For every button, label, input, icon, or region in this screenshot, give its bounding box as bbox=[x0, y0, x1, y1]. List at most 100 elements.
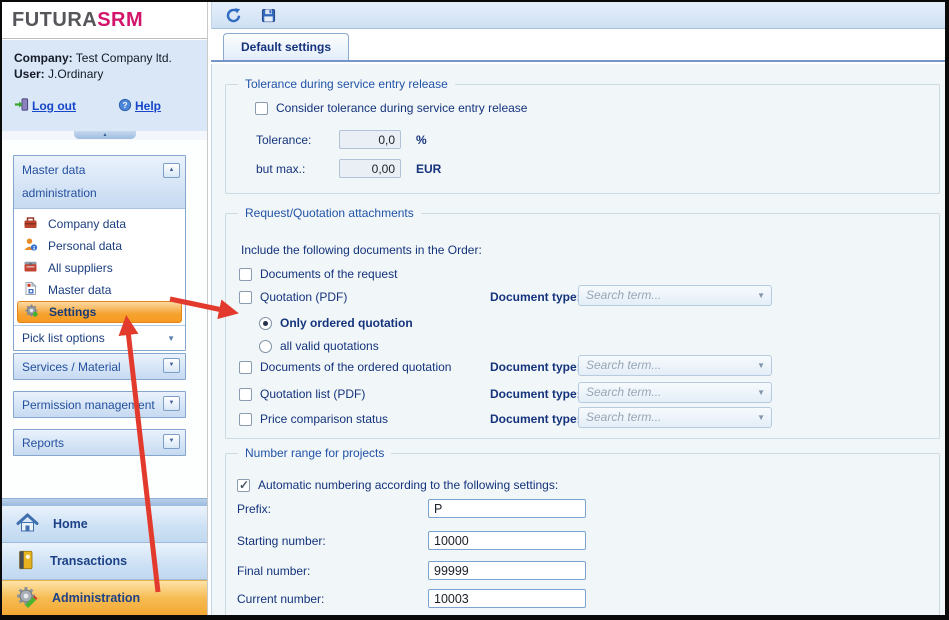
sidebar-item-personal-data[interactable]: Personal data bbox=[14, 235, 185, 257]
collapse-up-button[interactable]: ▲ bbox=[163, 163, 180, 178]
collapse-down-button[interactable]: ▼ bbox=[163, 358, 180, 373]
automatic-numbering-checkbox[interactable] bbox=[237, 479, 250, 492]
sidebar-item-label: Settings bbox=[49, 305, 96, 319]
section-tolerance: Tolerance during service entry release C… bbox=[225, 84, 940, 194]
home-icon bbox=[15, 511, 40, 538]
svg-text:?: ? bbox=[122, 100, 127, 110]
nav-transactions[interactable]: Transactions bbox=[2, 543, 207, 580]
section-attachments-legend: Request/Quotation attachments bbox=[238, 206, 421, 220]
starting-number-label: Starting number: bbox=[237, 534, 326, 548]
quotation-list-document-type-dropdown[interactable]: Search term... ▼ bbox=[578, 382, 772, 403]
toolbar bbox=[211, 2, 945, 29]
intro-colon: : bbox=[478, 243, 481, 257]
all-valid-quotations-radio[interactable] bbox=[259, 340, 272, 353]
current-number-label: Current number: bbox=[237, 592, 324, 606]
starting-number-input[interactable] bbox=[428, 531, 586, 550]
tolerance-label: Tolerance: bbox=[256, 133, 311, 147]
quotation-list-pdf-checkbox[interactable] bbox=[239, 388, 252, 401]
toolbox-icon bbox=[23, 215, 38, 233]
price-comparison-document-type-dropdown[interactable]: Search term... ▼ bbox=[578, 407, 772, 428]
chevron-down-icon: ▼ bbox=[167, 334, 175, 343]
user-line: User: J.Ordinary bbox=[14, 66, 207, 82]
nav-home[interactable]: Home bbox=[2, 506, 207, 543]
sidebar-item-master-data[interactable]: Master data bbox=[14, 279, 185, 301]
but-max-label: but max.: bbox=[256, 162, 305, 176]
panel-master-data-administration: Master data administration ▲ Company dat… bbox=[13, 155, 186, 351]
nav-administration-label: Administration bbox=[52, 591, 140, 605]
sidebar-item-settings[interactable]: Settings bbox=[17, 301, 182, 323]
dropdown-placeholder: Search term... bbox=[586, 288, 661, 302]
final-number-input[interactable] bbox=[428, 561, 586, 580]
price-comparison-status-label: Price comparison status bbox=[260, 412, 388, 426]
save-button[interactable] bbox=[259, 6, 277, 24]
tolerance-input[interactable] bbox=[339, 130, 401, 149]
tab-default-settings[interactable]: Default settings bbox=[223, 33, 349, 60]
section-tolerance-legend: Tolerance during service entry release bbox=[238, 77, 455, 91]
consider-tolerance-label: Consider tolerance during service entry … bbox=[276, 101, 527, 115]
documents-of-ordered-quotation-checkbox[interactable] bbox=[239, 361, 252, 374]
person-icon bbox=[23, 237, 38, 255]
documents-of-request-checkbox[interactable] bbox=[239, 268, 252, 281]
all-valid-quotations-label: all valid quotations bbox=[280, 339, 379, 353]
document-type-label: Document type: bbox=[490, 360, 581, 374]
bottom-nav-divider bbox=[2, 498, 207, 506]
quotation-pdf-checkbox[interactable] bbox=[239, 291, 252, 304]
panel-master-title-line1: Master data bbox=[22, 163, 177, 177]
refresh-button[interactable] bbox=[224, 6, 242, 24]
panel-title: Reports bbox=[22, 436, 64, 450]
document-icon bbox=[23, 281, 38, 299]
pick-list-options[interactable]: Pick list options ▼ bbox=[14, 325, 185, 350]
consider-tolerance-checkbox[interactable] bbox=[255, 102, 268, 115]
logout-link[interactable]: Log out bbox=[14, 97, 76, 115]
help-link[interactable]: ? Help bbox=[118, 98, 161, 115]
section-number-range: Number range for projects Automatic numb… bbox=[225, 453, 940, 615]
dropdown-placeholder: Search term... bbox=[586, 410, 661, 424]
logout-icon bbox=[14, 97, 29, 115]
pick-list-options-label: Pick list options bbox=[22, 331, 105, 345]
quotation-pdf-label: Quotation (PDF) bbox=[260, 290, 347, 304]
but-max-input[interactable] bbox=[339, 159, 401, 178]
app-window: FUTURA SRM Company: Test Company ltd. Us… bbox=[0, 0, 949, 620]
prefix-input[interactable] bbox=[428, 499, 586, 518]
quotation-list-pdf-label: Quotation list (PDF) bbox=[260, 387, 365, 401]
price-comparison-status-checkbox[interactable] bbox=[239, 413, 252, 426]
logo-text-accent: SRM bbox=[97, 9, 143, 32]
logout-label: Log out bbox=[32, 99, 76, 113]
but-max-unit: EUR bbox=[416, 162, 441, 176]
intro-order-bold: Order bbox=[448, 243, 479, 257]
help-icon: ? bbox=[118, 98, 132, 115]
sidebar-item-label: All suppliers bbox=[48, 261, 113, 275]
company-line: Company: Test Company ltd. bbox=[14, 50, 207, 66]
panel-reports[interactable]: Reports ▼ bbox=[13, 429, 186, 456]
collapse-down-button[interactable]: ▼ bbox=[163, 396, 180, 411]
panel-master-header[interactable]: Master data administration ▲ bbox=[14, 156, 185, 209]
user-label: User: bbox=[14, 67, 45, 81]
document-type-label: Document type: bbox=[490, 387, 581, 401]
help-label: Help bbox=[135, 99, 161, 113]
sidebar-item-company-data[interactable]: Company data bbox=[14, 213, 185, 235]
dropdown-placeholder: Search term... bbox=[586, 358, 661, 372]
sidebar-item-all-suppliers[interactable]: All suppliers bbox=[14, 257, 185, 279]
panel-permission-management[interactable]: Permission management ▼ bbox=[13, 391, 186, 418]
panel-master-body: Company data Personal data All suppliers… bbox=[14, 209, 185, 325]
sidebar-splitter[interactable]: ▲ bbox=[2, 131, 207, 140]
tolerance-unit: % bbox=[416, 133, 427, 147]
chevron-down-icon: ▼ bbox=[757, 383, 765, 403]
suppliers-icon bbox=[23, 259, 38, 277]
tab-bar: Default settings bbox=[211, 29, 945, 62]
panel-services-material[interactable]: Services / Material ▼ bbox=[13, 353, 186, 380]
only-ordered-quotation-radio[interactable] bbox=[259, 317, 272, 330]
user-value: J.Ordinary bbox=[48, 67, 103, 81]
current-number-input[interactable] bbox=[428, 589, 586, 608]
sidebar-item-label: Company data bbox=[48, 217, 126, 231]
automatic-numbering-label: Automatic numbering according to the fol… bbox=[258, 478, 558, 492]
section-number-range-legend: Number range for projects bbox=[238, 446, 391, 460]
sidebar: FUTURA SRM Company: Test Company ltd. Us… bbox=[2, 2, 208, 615]
nav-administration[interactable]: Administration bbox=[2, 580, 207, 615]
documents-of-request-label: Documents of the request bbox=[260, 267, 397, 281]
prefix-label: Prefix: bbox=[237, 502, 271, 516]
ordered-quotation-document-type-dropdown[interactable]: Search term... ▼ bbox=[578, 355, 772, 376]
collapse-down-button[interactable]: ▼ bbox=[163, 434, 180, 449]
splitter-collapse-handle[interactable]: ▲ bbox=[74, 131, 136, 139]
quotation-pdf-document-type-dropdown[interactable]: Search term... ▼ bbox=[578, 285, 772, 306]
